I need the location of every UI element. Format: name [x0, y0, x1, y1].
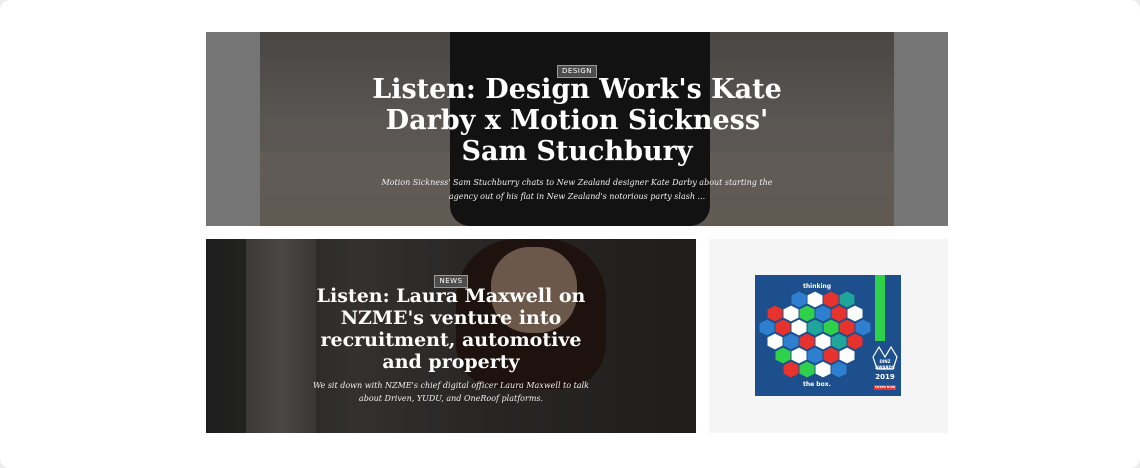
ad-logo-subtext: AWARDS — [875, 365, 895, 370]
ad-logo-text: DINZ — [879, 359, 891, 364]
ad-headline-top: thinking — [803, 283, 832, 290]
ad-banner[interactable]: thinking the box. DINZ AWARDS 2019 ENTER… — [755, 275, 901, 396]
ad-year: 2019 — [875, 373, 895, 381]
hero-article-card[interactable]: DESIGN Listen: Design Work's Kate Darby … — [206, 32, 948, 226]
article-excerpt: We sit down with NZME's chief digital of… — [312, 381, 590, 403]
enter-now-button[interactable]: ENTER NOW — [874, 385, 896, 390]
ad-panel: thinking the box. DINZ AWARDS 2019 ENTER… — [709, 239, 948, 433]
ad-headline-bottom: the box. — [803, 381, 831, 388]
article-title[interactable]: Listen: Laura Maxwell on NZME's venture … — [316, 285, 586, 373]
article-excerpt: Motion Sickness' Sam Stuchburry chats to… — [381, 178, 773, 201]
article-title[interactable]: Listen: Design Work's Kate Darby x Motio… — [356, 74, 798, 167]
page: DESIGN Listen: Design Work's Kate Darby … — [0, 0, 1140, 468]
news-article-card[interactable]: NEWS Listen: Laura Maxwell on NZME's ven… — [206, 239, 696, 433]
